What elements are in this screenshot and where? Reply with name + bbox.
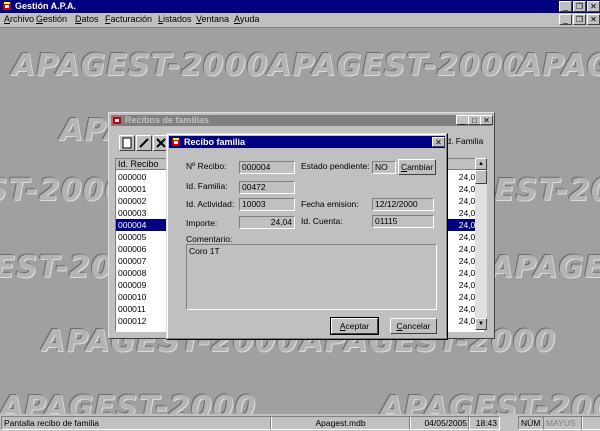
vertical-scrollbar[interactable]: ▲ ▼ bbox=[475, 158, 487, 330]
scroll-thumb[interactable] bbox=[475, 170, 487, 184]
list-item[interactable]: 000002 bbox=[116, 195, 168, 207]
watermark-logo: APAGEST-2000 bbox=[518, 48, 600, 83]
mdi-close-button[interactable]: ✕ bbox=[587, 14, 600, 25]
menu-datos[interactable]: Datos bbox=[75, 14, 99, 25]
cuenta-label: Id. Cuenta: bbox=[301, 216, 343, 226]
actividad-field[interactable]: 10003 bbox=[239, 198, 295, 211]
menu-facturacion[interactable]: Facturación bbox=[105, 14, 152, 25]
list-item[interactable]: 000008 bbox=[116, 267, 168, 279]
scroll-down-button[interactable]: ▼ bbox=[475, 318, 487, 330]
list-item[interactable]: 000012 bbox=[116, 315, 168, 327]
id-familia-header: Id. Familia bbox=[444, 136, 484, 146]
list-item[interactable]: 000006 bbox=[116, 243, 168, 255]
list-item[interactable]: 000011 bbox=[116, 303, 168, 315]
dialog-close-button[interactable]: ✕ bbox=[432, 137, 445, 147]
actividad-label: Id. Actividad: bbox=[186, 199, 235, 209]
status-date: 04/05/2005 bbox=[409, 416, 470, 430]
estado-field[interactable]: NO bbox=[372, 161, 396, 174]
recibos-window-title-bar: Recibos de familias _ □ ✕ bbox=[111, 115, 493, 126]
recibo-field[interactable]: 000004 bbox=[239, 161, 295, 174]
window-icon bbox=[113, 117, 121, 124]
watermark-logo: APAGEST-2000 bbox=[490, 250, 600, 285]
list-item[interactable]: 000000 bbox=[116, 171, 168, 183]
list-item[interactable]: 000009 bbox=[116, 279, 168, 291]
fecha-field[interactable]: 12/12/2000 bbox=[372, 198, 434, 211]
list-item[interactable]: 000004 bbox=[116, 219, 168, 231]
menu-listados[interactable]: Listados bbox=[158, 14, 192, 25]
app-icon bbox=[3, 2, 11, 10]
watermark-logo: APAGEST-2000 bbox=[12, 48, 269, 83]
edit-record-button[interactable] bbox=[136, 135, 152, 151]
pencil-icon bbox=[139, 138, 149, 148]
recibo-familia-dialog: Recibo familia ✕ Nº Recibo: 000004 Id. F… bbox=[166, 133, 448, 340]
dialog-icon bbox=[172, 138, 180, 146]
scroll-up-button[interactable]: ▲ bbox=[475, 158, 487, 170]
status-message: Pantalla recibo de familia bbox=[1, 416, 272, 430]
familia-label: Id. Familia: bbox=[186, 181, 228, 191]
mdi-minimize-button[interactable]: _ bbox=[559, 14, 572, 25]
aceptar-button[interactable]: Aceptar bbox=[330, 317, 379, 335]
mdi-restore-button[interactable]: ❐ bbox=[573, 14, 586, 25]
list-item[interactable]: 000001 bbox=[116, 183, 168, 195]
list-item[interactable]: 000003 bbox=[116, 207, 168, 219]
dialog-title: Recibo familia bbox=[184, 137, 246, 147]
recibos-window-title: Recibos de familias bbox=[125, 115, 210, 125]
status-mayus: MAYÚS bbox=[543, 416, 583, 430]
list-item[interactable]: 000010 bbox=[116, 291, 168, 303]
app-title-bar: Gestión A.P.A. _ ❐ ✕ bbox=[0, 0, 600, 13]
watermark-logo: APAGEST-2000 bbox=[0, 390, 257, 414]
menu-ayuda[interactable]: Ayuda bbox=[234, 14, 259, 25]
status-time: 18:43 bbox=[468, 416, 500, 430]
cuenta-field[interactable]: 01115 bbox=[372, 215, 434, 228]
menu-ventana[interactable]: Ventana bbox=[196, 14, 229, 25]
importe-label: Importe: bbox=[186, 218, 218, 228]
fecha-label: Fecha emision: bbox=[301, 199, 359, 209]
watermark-logo: APAGEST-2000 bbox=[380, 390, 600, 414]
new-record-button[interactable] bbox=[119, 135, 135, 151]
importe-field[interactable]: 24,04 bbox=[239, 216, 295, 229]
minimize-button[interactable]: _ bbox=[559, 1, 572, 12]
app-title: Gestión A.P.A. bbox=[15, 1, 77, 11]
status-database: Apagest.mdb bbox=[270, 416, 411, 430]
dialog-title-bar: Recibo familia ✕ bbox=[169, 136, 445, 148]
list-item[interactable]: 000005 bbox=[116, 231, 168, 243]
child-close-button[interactable]: ✕ bbox=[480, 115, 493, 125]
status-num: NÚM bbox=[518, 416, 544, 430]
recibo-label: Nº Recibo: bbox=[186, 161, 227, 171]
familia-field[interactable]: 00472 bbox=[239, 181, 295, 194]
estado-label: Estado pendiente: bbox=[301, 161, 370, 171]
menu-bar: Archivo Gestión Datos Facturación Listad… bbox=[0, 13, 600, 26]
close-button[interactable]: ✕ bbox=[587, 1, 600, 12]
status-extra bbox=[581, 416, 600, 430]
cambiar-button[interactable]: Cambiar bbox=[398, 159, 436, 175]
cancelar-button[interactable]: Cancelar bbox=[390, 318, 437, 334]
menu-archivo[interactable]: Archivo bbox=[4, 14, 34, 25]
comentario-textarea[interactable]: Coro 1T bbox=[186, 244, 437, 310]
menu-gestion[interactable]: Gestión bbox=[36, 14, 67, 25]
list-item[interactable]: 000007 bbox=[116, 255, 168, 267]
status-bar: Pantalla recibo de familia Apagest.mdb 0… bbox=[0, 414, 600, 431]
restore-button[interactable]: ❐ bbox=[573, 1, 586, 12]
document-icon bbox=[122, 137, 132, 149]
watermark-logo: APAGEST-2000 bbox=[268, 48, 525, 83]
column-header-id-recibo[interactable]: Id. Recibo bbox=[116, 159, 168, 170]
